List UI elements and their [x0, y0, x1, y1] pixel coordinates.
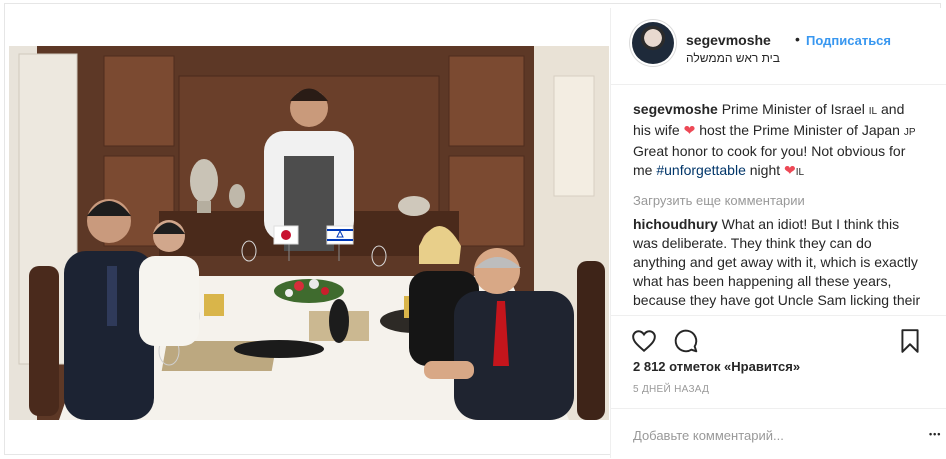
post-header: segevmoshe • Подписаться בית ראש הממשלה: [611, 8, 946, 85]
header-username-link[interactable]: segevmoshe: [686, 32, 771, 48]
caption-text-3: host the Prime Minister of Japan: [695, 122, 904, 138]
post-side-panel: segevmoshe • Подписаться בית ראש הממשלה …: [610, 8, 946, 458]
caption-username-link[interactable]: segevmoshe: [633, 101, 718, 117]
caption: segevmoshe Prime Minister of Israel IL a…: [633, 100, 923, 182]
comments-list[interactable]: segevmoshe Prime Minister of Israel IL a…: [633, 100, 923, 314]
flag-il-emoji-2: IL: [795, 167, 805, 178]
post-card: segevmoshe • Подписаться בית ראש הממשלה …: [4, 3, 946, 458]
caption-text-1: Prime Minister of Israel: [721, 101, 869, 117]
load-more-comments-button[interactable]: Загрузить еще комментарии: [633, 191, 923, 210]
comment-username-link[interactable]: hichoudhury: [633, 216, 718, 232]
comment-item: hichoudhury What an idiot! But I think t…: [633, 215, 923, 314]
avatar[interactable]: [632, 22, 674, 64]
bookmark-icon[interactable]: [897, 328, 923, 354]
flag-jp-emoji: JP: [903, 127, 916, 138]
location-link[interactable]: בית ראש הממשלה: [686, 51, 780, 65]
add-comment-section: •••: [611, 408, 946, 459]
heart-emoji-icon: ❤: [784, 162, 796, 178]
likes-count-link[interactable]: 2 812 отметок «Нравится»: [633, 359, 800, 374]
flag-il-emoji: IL: [868, 106, 878, 117]
dinner-scene-image: [9, 46, 609, 420]
separator-dot: •: [795, 31, 800, 47]
post-photo[interactable]: [9, 46, 609, 420]
action-bar: [611, 315, 946, 360]
post-timestamp[interactable]: 5 ДНЕЙ НАЗАД: [633, 384, 709, 395]
more-options-icon[interactable]: •••: [929, 429, 941, 439]
heart-icon[interactable]: [631, 328, 657, 354]
caption-text-5: night: [745, 162, 785, 178]
add-comment-input[interactable]: [633, 425, 893, 445]
comment-bubble-icon[interactable]: [673, 328, 699, 354]
follow-button[interactable]: Подписаться: [806, 33, 891, 48]
hashtag-link[interactable]: #unforgettable: [656, 162, 746, 178]
heart-emoji-icon: ❤: [683, 122, 696, 138]
